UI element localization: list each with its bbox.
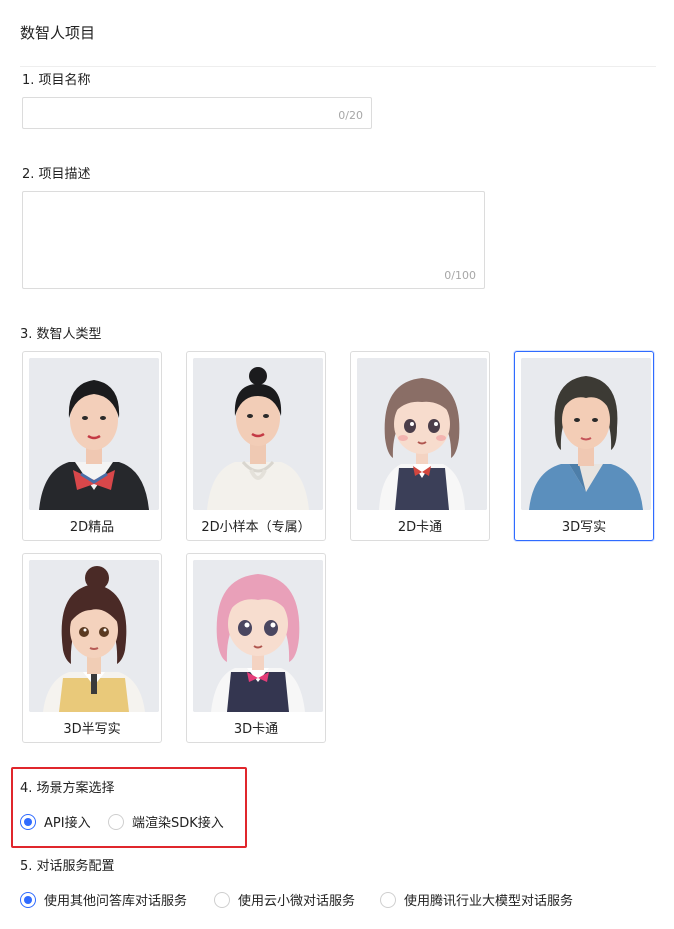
avatar-card-3d-cartoon[interactable]: 3D卡通 xyxy=(186,553,326,743)
radio-unchecked-indicator xyxy=(380,891,396,908)
project-desc-textarea[interactable]: 0/100 xyxy=(22,191,485,289)
avatar-card-label: 3D写实 xyxy=(561,520,607,535)
radio-unchecked-indicator xyxy=(214,891,230,908)
radio-other-qa-service[interactable]: 使用其他问答库对话服务 xyxy=(20,890,187,909)
radio-label: API接入 xyxy=(44,816,91,831)
scene-label: 4. 场景方案选择 xyxy=(20,781,115,796)
radio-checked-indicator xyxy=(20,813,36,830)
avatar-card-label: 2D小样本（专属） xyxy=(201,520,311,535)
avatar-card-label: 2D精品 xyxy=(69,520,115,535)
radio-label: 使用其他问答库对话服务 xyxy=(44,894,188,909)
radio-xiaowei-service[interactable]: 使用云小微对话服务 xyxy=(214,890,355,909)
project-name-label: 1. 项目名称 xyxy=(22,73,91,88)
radio-checked-indicator xyxy=(20,891,36,908)
avatar-card-label: 3D半写实 xyxy=(63,722,121,737)
project-name-counter: 0/20 xyxy=(338,109,363,122)
project-desc-counter: 0/100 xyxy=(444,269,476,282)
avatar-card-2d-custom[interactable]: 2D小样本（专属） xyxy=(186,351,326,541)
avatar-card-2d-premium[interactable]: 2D精品 xyxy=(22,351,162,541)
avatar-card-label: 2D卡通 xyxy=(397,520,443,535)
radio-label: 端渲染SDK接入 xyxy=(132,816,224,831)
radio-label: 使用腾讯行业大模型对话服务 xyxy=(404,894,574,909)
project-name-input[interactable]: 0/20 xyxy=(22,97,372,129)
avatar-3d-realistic-image xyxy=(521,358,651,510)
radio-api-access[interactable]: API接入 xyxy=(20,812,91,831)
radio-industry-llm-service[interactable]: 使用腾讯行业大模型对话服务 xyxy=(380,890,573,909)
project-desc-label: 2. 项目描述 xyxy=(22,167,91,182)
avatar-2d-cartoon-image xyxy=(357,358,487,510)
page-title: 数智人项目 xyxy=(20,24,96,42)
radio-sdk-render[interactable]: 端渲染SDK接入 xyxy=(108,812,224,831)
avatar-2d-custom-image xyxy=(193,358,323,510)
radio-unchecked-indicator xyxy=(108,813,124,830)
dialog-service-label: 5. 对话服务配置 xyxy=(20,859,115,874)
avatar-2d-premium-image xyxy=(29,358,159,510)
avatar-3d-semi-realistic-image xyxy=(29,560,159,712)
avatar-card-3d-semi-realistic[interactable]: 3D半写实 xyxy=(22,553,162,743)
title-divider xyxy=(20,66,656,67)
avatar-card-3d-realistic[interactable]: 3D写实 xyxy=(514,351,654,541)
avatar-3d-cartoon-image xyxy=(193,560,323,712)
avatar-card-label: 3D卡通 xyxy=(233,722,279,737)
radio-label: 使用云小微对话服务 xyxy=(238,894,356,909)
avatar-type-label: 3. 数智人类型 xyxy=(20,327,102,342)
avatar-card-2d-cartoon[interactable]: 2D卡通 xyxy=(350,351,490,541)
